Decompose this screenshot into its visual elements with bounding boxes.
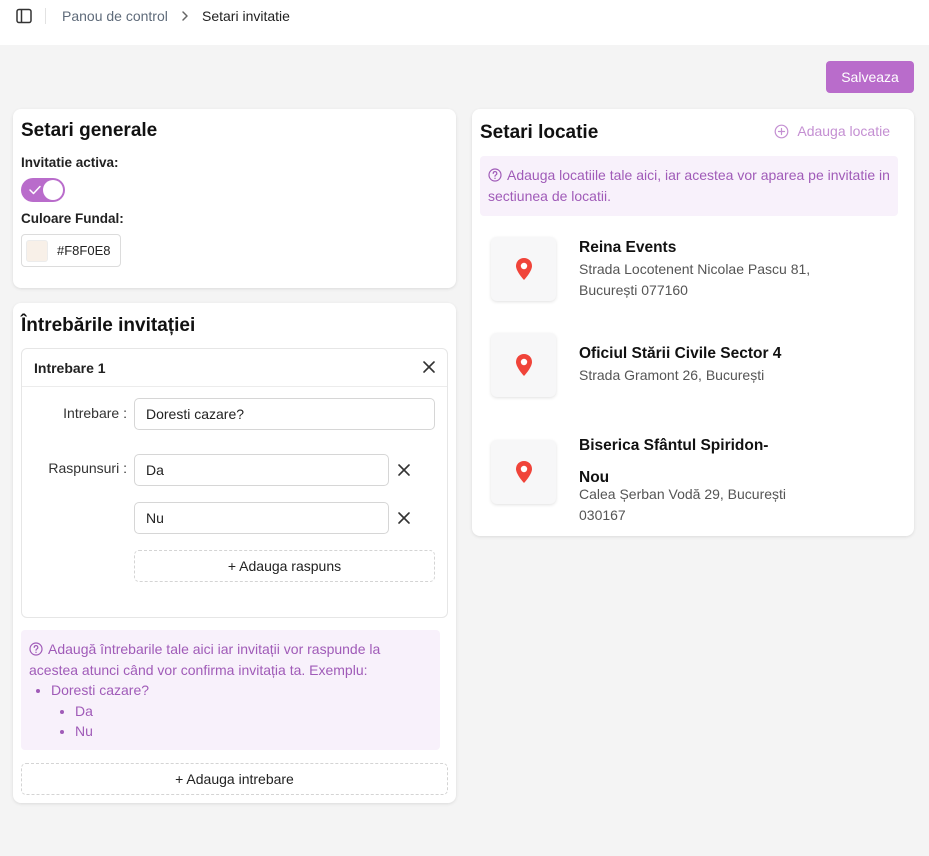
questions-info-example: Doresti cazare? Da Nu [29, 680, 432, 742]
answer-input[interactable] [134, 454, 389, 486]
question-box: Intrebare 1 Intrebare : Raspunsuri : + A… [21, 348, 448, 618]
help-circle-icon [29, 642, 43, 656]
help-circle-icon [488, 168, 502, 182]
location-address: Strada Gramont 26, București [579, 367, 765, 383]
color-value: #F8F0E8 [57, 243, 111, 258]
remove-answer-icon[interactable] [396, 462, 412, 478]
example-answer: Nu [75, 721, 432, 742]
answers-label: Raspunsuri : [48, 460, 127, 476]
breadcrumb-current: Setari invitatie [202, 8, 290, 24]
location-name: Oficiul Stării Civile Sector 4 [579, 345, 782, 362]
example-question: Doresti cazare? [51, 680, 432, 701]
topbar-divider [45, 8, 46, 24]
close-icon[interactable] [421, 359, 437, 375]
save-button[interactable]: Salveaza [826, 61, 914, 93]
breadcrumb-parent[interactable]: Panou de control [62, 7, 168, 25]
question-label: Intrebare : [63, 405, 127, 421]
chevron-right-icon [180, 8, 190, 24]
active-label: Invitatie activa: [21, 155, 119, 170]
color-swatch [26, 239, 48, 262]
question-header-title: Intrebare 1 [34, 360, 106, 376]
general-settings-card: Setari generale Invitatie activa: Culoar… [13, 109, 456, 288]
top-bar: Panou de control Setari invitatie [0, 0, 929, 45]
location-title: Setari locatie [480, 122, 599, 143]
add-answer-button[interactable]: + Adauga raspuns [134, 550, 435, 582]
location-info-text: Adauga locatiile tale aici, iar acestea … [488, 167, 890, 204]
location-pin-icon [491, 440, 556, 504]
location-pin-icon [491, 333, 556, 397]
check-icon [29, 185, 41, 195]
questions-info-text: Adaugă întrebarile tale aici iar invitaț… [29, 641, 381, 678]
location-pin-icon [491, 237, 556, 301]
remove-answer-icon[interactable] [396, 510, 412, 526]
location-address: Calea Șerban Vodă 29, București 030167 [579, 486, 787, 523]
location-name: Reina Events [579, 239, 677, 256]
example-answers: Da Nu [51, 701, 432, 742]
toggle-knob [43, 180, 63, 200]
example-answer: Da [75, 701, 432, 722]
answer-input[interactable] [134, 502, 389, 534]
question-header: Intrebare 1 [22, 349, 447, 387]
question-input[interactable] [134, 398, 435, 430]
sidebar-toggle-icon[interactable] [14, 6, 34, 26]
plus-circle-icon [774, 124, 789, 138]
questions-info-box: Adaugă întrebarile tale aici iar invitaț… [21, 630, 440, 750]
add-location-label: Adauga locatie [797, 123, 890, 139]
add-question-button[interactable]: + Adauga intrebare [21, 763, 448, 795]
location-settings-card: Setari locatie Adauga locatie Adauga loc… [472, 109, 914, 536]
questions-card: Întrebările invitației Intrebare 1 Intre… [13, 303, 456, 803]
bg-color-picker[interactable]: #F8F0E8 [21, 234, 121, 267]
active-toggle[interactable] [21, 178, 65, 202]
add-location-button[interactable]: Adauga locatie [774, 123, 890, 139]
questions-title: Întrebările invitației [21, 315, 196, 336]
bg-color-label: Culoare Fundal: [21, 211, 124, 226]
location-address: Strada Locotenent Nicolae Pascu 81, Bucu… [579, 261, 811, 298]
general-settings-title: Setari generale [21, 120, 158, 141]
location-info-box: Adauga locatiile tale aici, iar acestea … [480, 156, 898, 216]
